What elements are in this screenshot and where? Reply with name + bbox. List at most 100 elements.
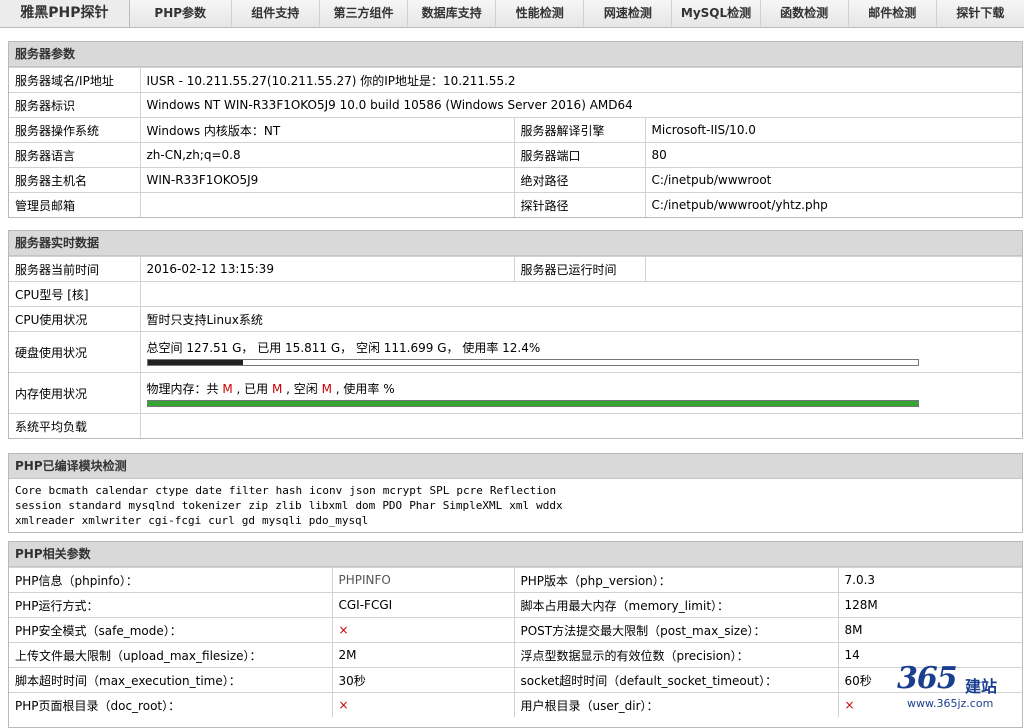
section-title: PHP已编译模块检测: [9, 454, 1022, 479]
row-value: ×: [331, 617, 515, 643]
cpu-usage-value: 暂时只支持Linux系统: [139, 306, 1022, 332]
row-label: PHP安全模式（safe_mode）：: [9, 617, 333, 643]
load-value: [139, 413, 1022, 438]
row-value: C:/inetpub/wwwroot: [644, 167, 1022, 193]
nav-mail[interactable]: 邮件检测: [848, 0, 937, 27]
mem-used-prefix: , 已用: [232, 381, 272, 396]
module-item: mcrypt: [382, 484, 423, 497]
nav-database[interactable]: 数据库支持: [408, 0, 497, 27]
module-item: PDO: [382, 499, 403, 512]
module-item: libxml: [308, 499, 349, 512]
row-value: 7.0.3: [837, 567, 1022, 593]
row-value: WIN-R33F1OKO5J9: [139, 167, 515, 193]
brand-title[interactable]: 雅黑PHP探针: [0, 0, 130, 27]
nav-functions[interactable]: 函数检测: [760, 0, 849, 27]
module-item: Reflection: [489, 484, 557, 497]
row-label: 探针路径: [513, 192, 646, 217]
row-label: POST方法提交最大限制（post_max_size）：: [513, 617, 839, 643]
row-label: 浮点型数据显示的有效位数（precision）：: [513, 642, 839, 668]
table-row: PHP信息（phpinfo）： PHPINFO PHP版本（php_version）…: [9, 567, 1022, 593]
mem-usage-bar: [146, 399, 919, 407]
row-label: 服务器标识: [9, 92, 141, 118]
row-value: 8M: [837, 617, 1022, 643]
nav-performance[interactable]: 性能检测: [496, 0, 585, 27]
mem-prefix: 物理内存：共: [146, 381, 223, 396]
row-label: 用户根目录（user_dir）：: [513, 692, 839, 717]
disk-usage-text: 总空间 127.51 G， 已用 15.811 G， 空闲 111.699 G，…: [146, 340, 541, 355]
logo-text: 建站: [965, 677, 998, 696]
row-value: 80: [644, 142, 1022, 168]
module-item: hash: [275, 484, 303, 497]
table-row: 服务器主机名 WIN-R33F1OKO5J9 绝对路径 C:/inetpub/w…: [9, 167, 1022, 193]
table-row: CPU型号 [核]: [9, 281, 1022, 307]
row-value: 30秒: [331, 667, 515, 693]
server-params-section: 服务器参数 服务器域名/IP地址 IUSR - 10.211.55.27(10.…: [8, 41, 1023, 218]
table-row: 服务器标识 Windows NT WIN-R33F1OKO5J9 10.0 bu…: [9, 92, 1022, 118]
module-item: mysqlnd: [128, 499, 175, 512]
module-list: Core bcmath calendar ctype date filter hash ico…: [9, 479, 1022, 532]
row-label: 服务器已运行时间: [513, 256, 646, 282]
row-label: 服务器域名/IP地址: [9, 67, 141, 93]
realtime-table: 服务器当前时间 2016-02-12 13:15:39 服务器已运行时间 CPU…: [9, 256, 1022, 438]
table-row: 脚本超时时间（max_execution_time）： 30秒 socket超时时间…: [9, 667, 1022, 693]
module-item: xmlwriter: [81, 514, 142, 527]
nav-download[interactable]: 探针下载: [936, 0, 1024, 27]
module-item: zip: [248, 499, 269, 512]
row-label: CPU型号 [核]: [9, 281, 141, 307]
module-item: xmlreader: [15, 514, 75, 527]
row-value: Windows NT WIN-R33F1OKO5J9 10.0 build 10…: [139, 92, 1022, 118]
phpinfo-link[interactable]: PHPINFO: [331, 567, 515, 593]
row-label: CPU使用状况: [9, 306, 141, 332]
nav-third-party[interactable]: 第三方组件: [319, 0, 409, 27]
row-label: 脚本超时时间（max_execution_time）：: [9, 667, 333, 693]
module-item: json: [349, 484, 376, 497]
table-row: 硬盘使用状况 总空间 127.51 G， 已用 15.811 G， 空闲 111…: [9, 331, 1022, 373]
row-label: 服务器操作系统: [9, 117, 141, 143]
module-item: iconv: [309, 484, 343, 497]
row-label: 服务器解译引擎: [513, 117, 646, 143]
module-item: bcmath: [48, 484, 89, 497]
row-value: C:/inetpub/wwwroot/yhtz.php: [644, 192, 1022, 217]
row-label: PHP页面根目录（doc_root）：: [9, 692, 333, 717]
table-row: PHP页面根目录（doc_root）： × 用户根目录（user_dir）： ×: [9, 692, 1022, 717]
disk-usage-fill: [147, 359, 243, 365]
row-label: PHP信息（phpinfo）：: [9, 567, 333, 593]
mem-usage-cell: 物理内存：共 M , 已用 M , 空闲 M , 使用率 %: [139, 372, 1022, 414]
module-item: dom: [355, 499, 376, 512]
section-title: PHP相关参数: [9, 542, 1022, 567]
module-item: Phar: [409, 499, 436, 512]
row-label: 内存使用状况: [9, 372, 141, 414]
row-label: 服务器语言: [9, 142, 141, 168]
nav-php-params[interactable]: PHP参数: [129, 0, 232, 27]
module-item: tokenizer: [181, 499, 242, 512]
mem-used: M: [271, 381, 283, 396]
module-item: standard: [68, 499, 122, 512]
logo-url: www.365jz.com: [907, 697, 994, 710]
row-value: CGI-FCGI: [331, 592, 515, 618]
row-label: 服务器主机名: [9, 167, 141, 193]
mem-free: M: [321, 381, 332, 396]
module-item: curl: [208, 514, 235, 527]
table-row: 服务器操作系统 Windows 内核版本：NT 服务器解译引擎 Microsof…: [9, 117, 1022, 143]
nav-components[interactable]: 组件支持: [231, 0, 320, 27]
module-item: calendar: [95, 484, 149, 497]
row-value: ×: [331, 692, 515, 717]
row-label: PHP运行方式：: [9, 592, 333, 618]
row-label: 服务器端口: [513, 142, 646, 168]
module-item: gd: [241, 514, 255, 527]
nav-network-speed[interactable]: 网速检测: [584, 0, 673, 27]
nav-mysql[interactable]: MySQL检测: [672, 0, 761, 27]
table-row: PHP安全模式（safe_mode）： × POST方法提交最大限制（post_ma…: [9, 617, 1022, 643]
row-value: IUSR - 10.211.55.27(10.211.55.27) 你的IP地址…: [139, 67, 1022, 93]
mem-usage-fill: [147, 400, 918, 406]
module-item: mysqli: [261, 514, 302, 527]
table-row: 管理员邮箱 探针路径 C:/inetpub/wwwroot/yhtz.php: [9, 192, 1022, 217]
table-row: 系统平均负载: [9, 413, 1022, 438]
row-value: Windows 内核版本：NT: [139, 117, 515, 143]
php-params-section: PHP相关参数 PHP信息（phpinfo）： PHPINFO PHP版本（php_…: [8, 541, 1023, 728]
top-nav: 雅黑PHP探针 PHP参数 组件支持 第三方组件 数据库支持 性能检测 网速检测…: [0, 0, 1024, 28]
disk-usage-cell: 总空间 127.51 G， 已用 15.811 G， 空闲 111.699 G，…: [139, 331, 1022, 373]
row-value: Microsoft-IIS/10.0: [644, 117, 1022, 143]
module-item: filter: [228, 484, 269, 497]
row-label: 管理员邮箱: [9, 192, 141, 217]
